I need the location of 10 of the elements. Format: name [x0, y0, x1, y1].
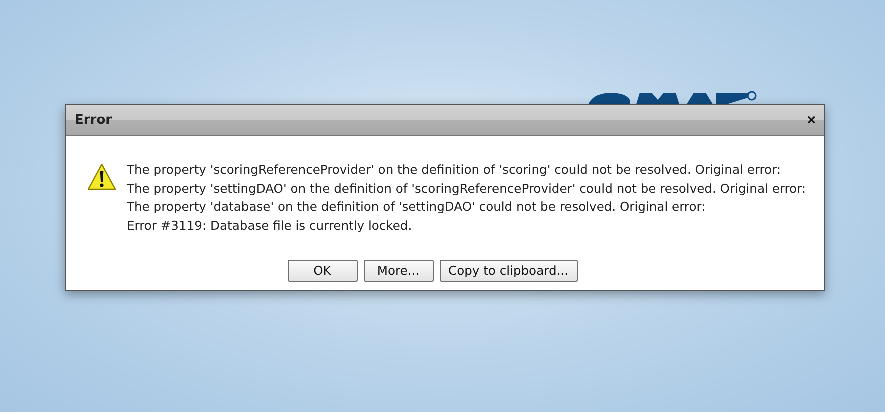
error-message-line: The property 'scoringReferenceProvider' on the definition of 'scoring' could not be resolved. Original error:: [127, 162, 782, 179]
dialog-button[interactable]: More...: [364, 260, 434, 282]
error-message-line: Error #3119: Database file is currently locked.: [127, 218, 414, 234]
dialog-button[interactable]: OK: [288, 260, 358, 282]
dialog-button[interactable]: Copy to clipboard...: [440, 260, 578, 282]
warning-icon: [87, 163, 117, 191]
error-message-line: The property 'settingDAO' on the definition of 'scoringReferenceProvider' could not be resolved. Original error:: [127, 180, 806, 198]
error-message-line: The property 'database' on the definition of 'settingDAO' could not be resolved. Original error:: [127, 199, 707, 216]
close-button[interactable]: ×: [807, 112, 816, 128]
dialog-title: Error: [75, 112, 112, 128]
